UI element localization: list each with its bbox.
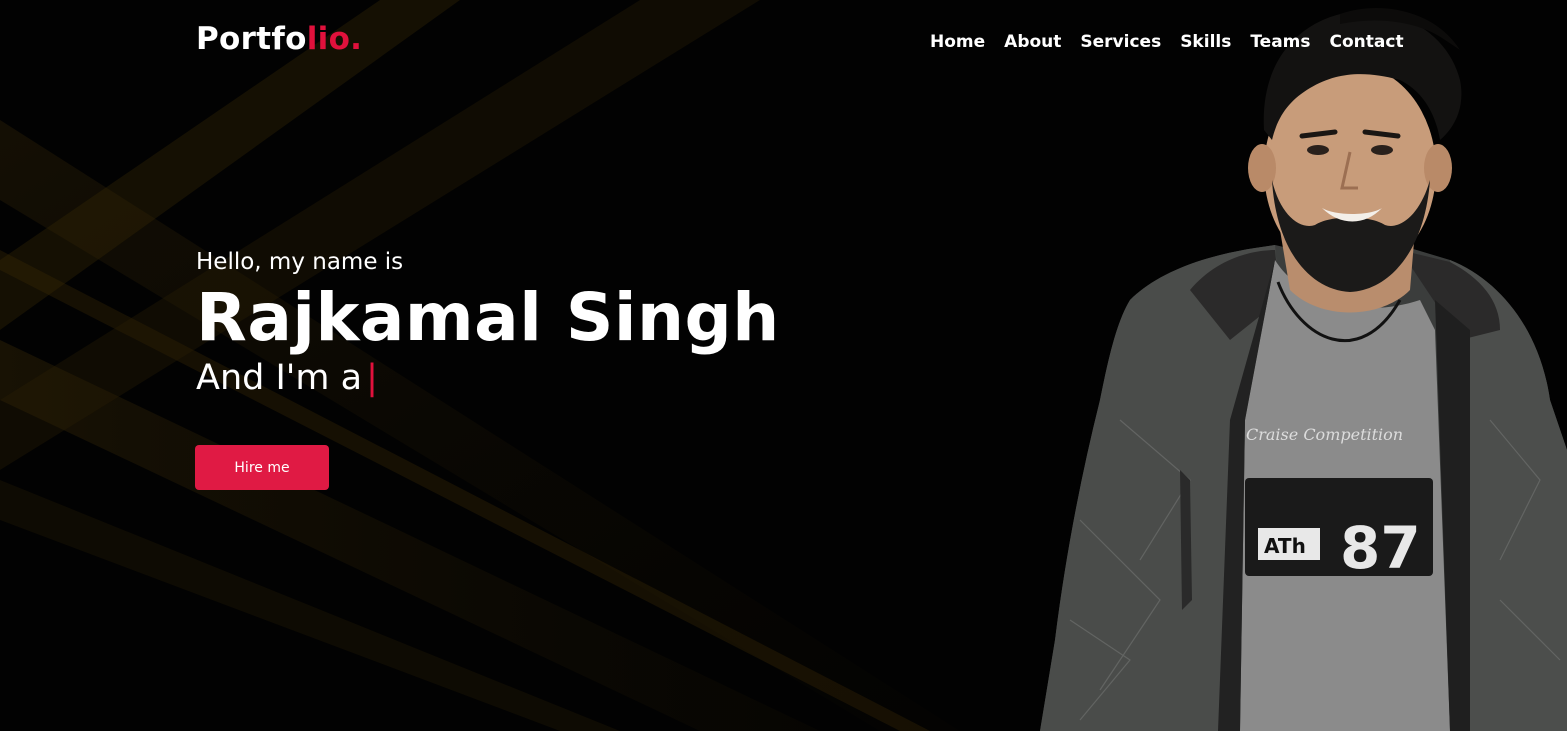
top-navbar: Portfolio. Home About Services Skills Te…: [0, 0, 1567, 86]
hire-me-button[interactable]: Hire me: [195, 445, 329, 490]
profile-photo: ATh 87 Craise Competition: [1040, 8, 1567, 731]
nav-item-teams[interactable]: Teams: [1250, 31, 1310, 53]
typing-cursor: |: [366, 358, 378, 398]
hero-section: ATh 87 Craise Competition Portfolio. Hom…: [0, 0, 1567, 731]
nav-menu: Home About Services Skills Teams Contact: [930, 31, 1404, 53]
hero-role-prefix: And I'm a: [196, 358, 363, 398]
nav-item-services[interactable]: Services: [1080, 31, 1161, 53]
nav-item-about[interactable]: About: [1004, 31, 1061, 53]
hero-name: Rajkamal Singh: [196, 279, 780, 356]
hero-text-block: Hello, my name is Rajkamal Singh And I'm…: [196, 246, 780, 400]
logo-text-accent: lio.: [306, 21, 363, 57]
svg-text:87: 87: [1340, 514, 1421, 582]
svg-text:Craise Competition: Craise Competition: [1246, 425, 1403, 444]
logo-text-main: Portfo: [196, 21, 307, 57]
site-logo[interactable]: Portfolio.: [196, 24, 362, 55]
svg-text:ATh: ATh: [1264, 534, 1306, 558]
nav-item-contact[interactable]: Contact: [1330, 31, 1404, 53]
hero-greeting: Hello, my name is: [196, 249, 404, 275]
nav-item-skills[interactable]: Skills: [1180, 31, 1231, 53]
hero-role-line: And I'm a |: [196, 356, 780, 400]
nav-item-home[interactable]: Home: [930, 31, 985, 53]
